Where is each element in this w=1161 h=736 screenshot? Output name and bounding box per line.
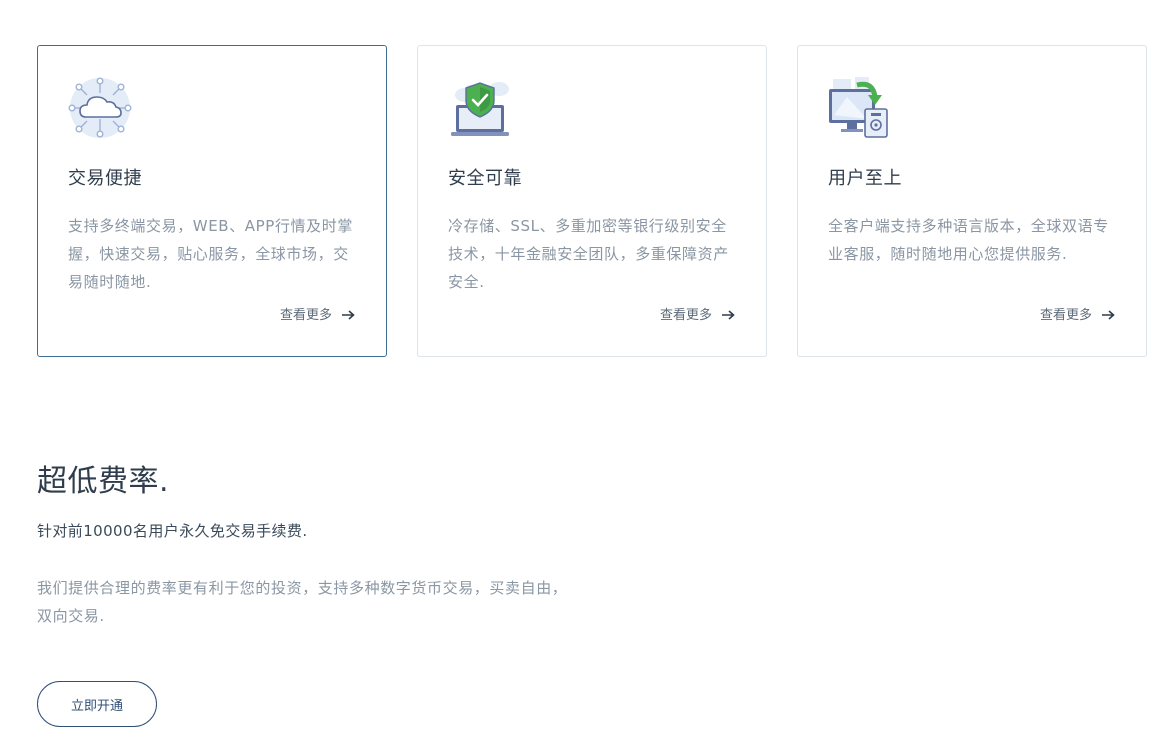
monitor-sync-icon [827, 75, 893, 141]
cloud-network-icon [67, 75, 133, 141]
feature-description: 冷存储、SSL、多重加密等银行级别安全技术，十年金融安全团队，多重保障资产安全. [448, 217, 729, 291]
feature-title: 安全可靠 [448, 168, 522, 189]
arrow-right-icon [1102, 309, 1115, 320]
activate-button[interactable]: 立即开通 [37, 681, 157, 727]
fees-description: 我们提供合理的费率更有利于您的投资，支持多种数字货币交易，买卖自由，双向交易. [37, 579, 568, 625]
view-more-link[interactable]: 查看更多 [280, 304, 355, 323]
page: 交易便捷 支持多终端交易，WEB、APP行情及时掌握，快速交易，贴心服务，全球市… [0, 0, 1161, 736]
view-more-link[interactable]: 查看更多 [660, 304, 735, 323]
arrow-right-icon [342, 309, 355, 320]
arrow-right-icon [722, 309, 735, 320]
feature-description: 全客户端支持多种语言版本，全球双语专业客服，随时随地用心您提供服务. [828, 217, 1109, 263]
view-more-label: 查看更多 [659, 308, 712, 323]
shield-laptop-icon [447, 75, 513, 141]
feature-card-convenient[interactable]: 交易便捷 支持多终端交易，WEB、APP行情及时掌握，快速交易，贴心服务，全球市… [37, 45, 387, 357]
view-more-label: 查看更多 [1039, 308, 1092, 323]
view-more-link[interactable]: 查看更多 [1040, 304, 1115, 323]
fees-subtitle: 针对前10000名用户永久免交易手续费. [37, 522, 308, 540]
feature-card-secure[interactable]: 安全可靠 冷存储、SSL、多重加密等银行级别安全技术，十年金融安全团队，多重保障… [417, 45, 767, 357]
fees-title: 超低费率. [37, 464, 170, 499]
feature-card-user-first[interactable]: 用户至上 全客户端支持多种语言版本，全球双语专业客服，随时随地用心您提供服务. … [797, 45, 1147, 357]
view-more-label: 查看更多 [279, 308, 332, 323]
feature-title: 用户至上 [828, 168, 902, 189]
feature-description: 支持多终端交易，WEB、APP行情及时掌握，快速交易，贴心服务，全球市场，交易随… [68, 217, 353, 291]
feature-title: 交易便捷 [68, 168, 142, 189]
